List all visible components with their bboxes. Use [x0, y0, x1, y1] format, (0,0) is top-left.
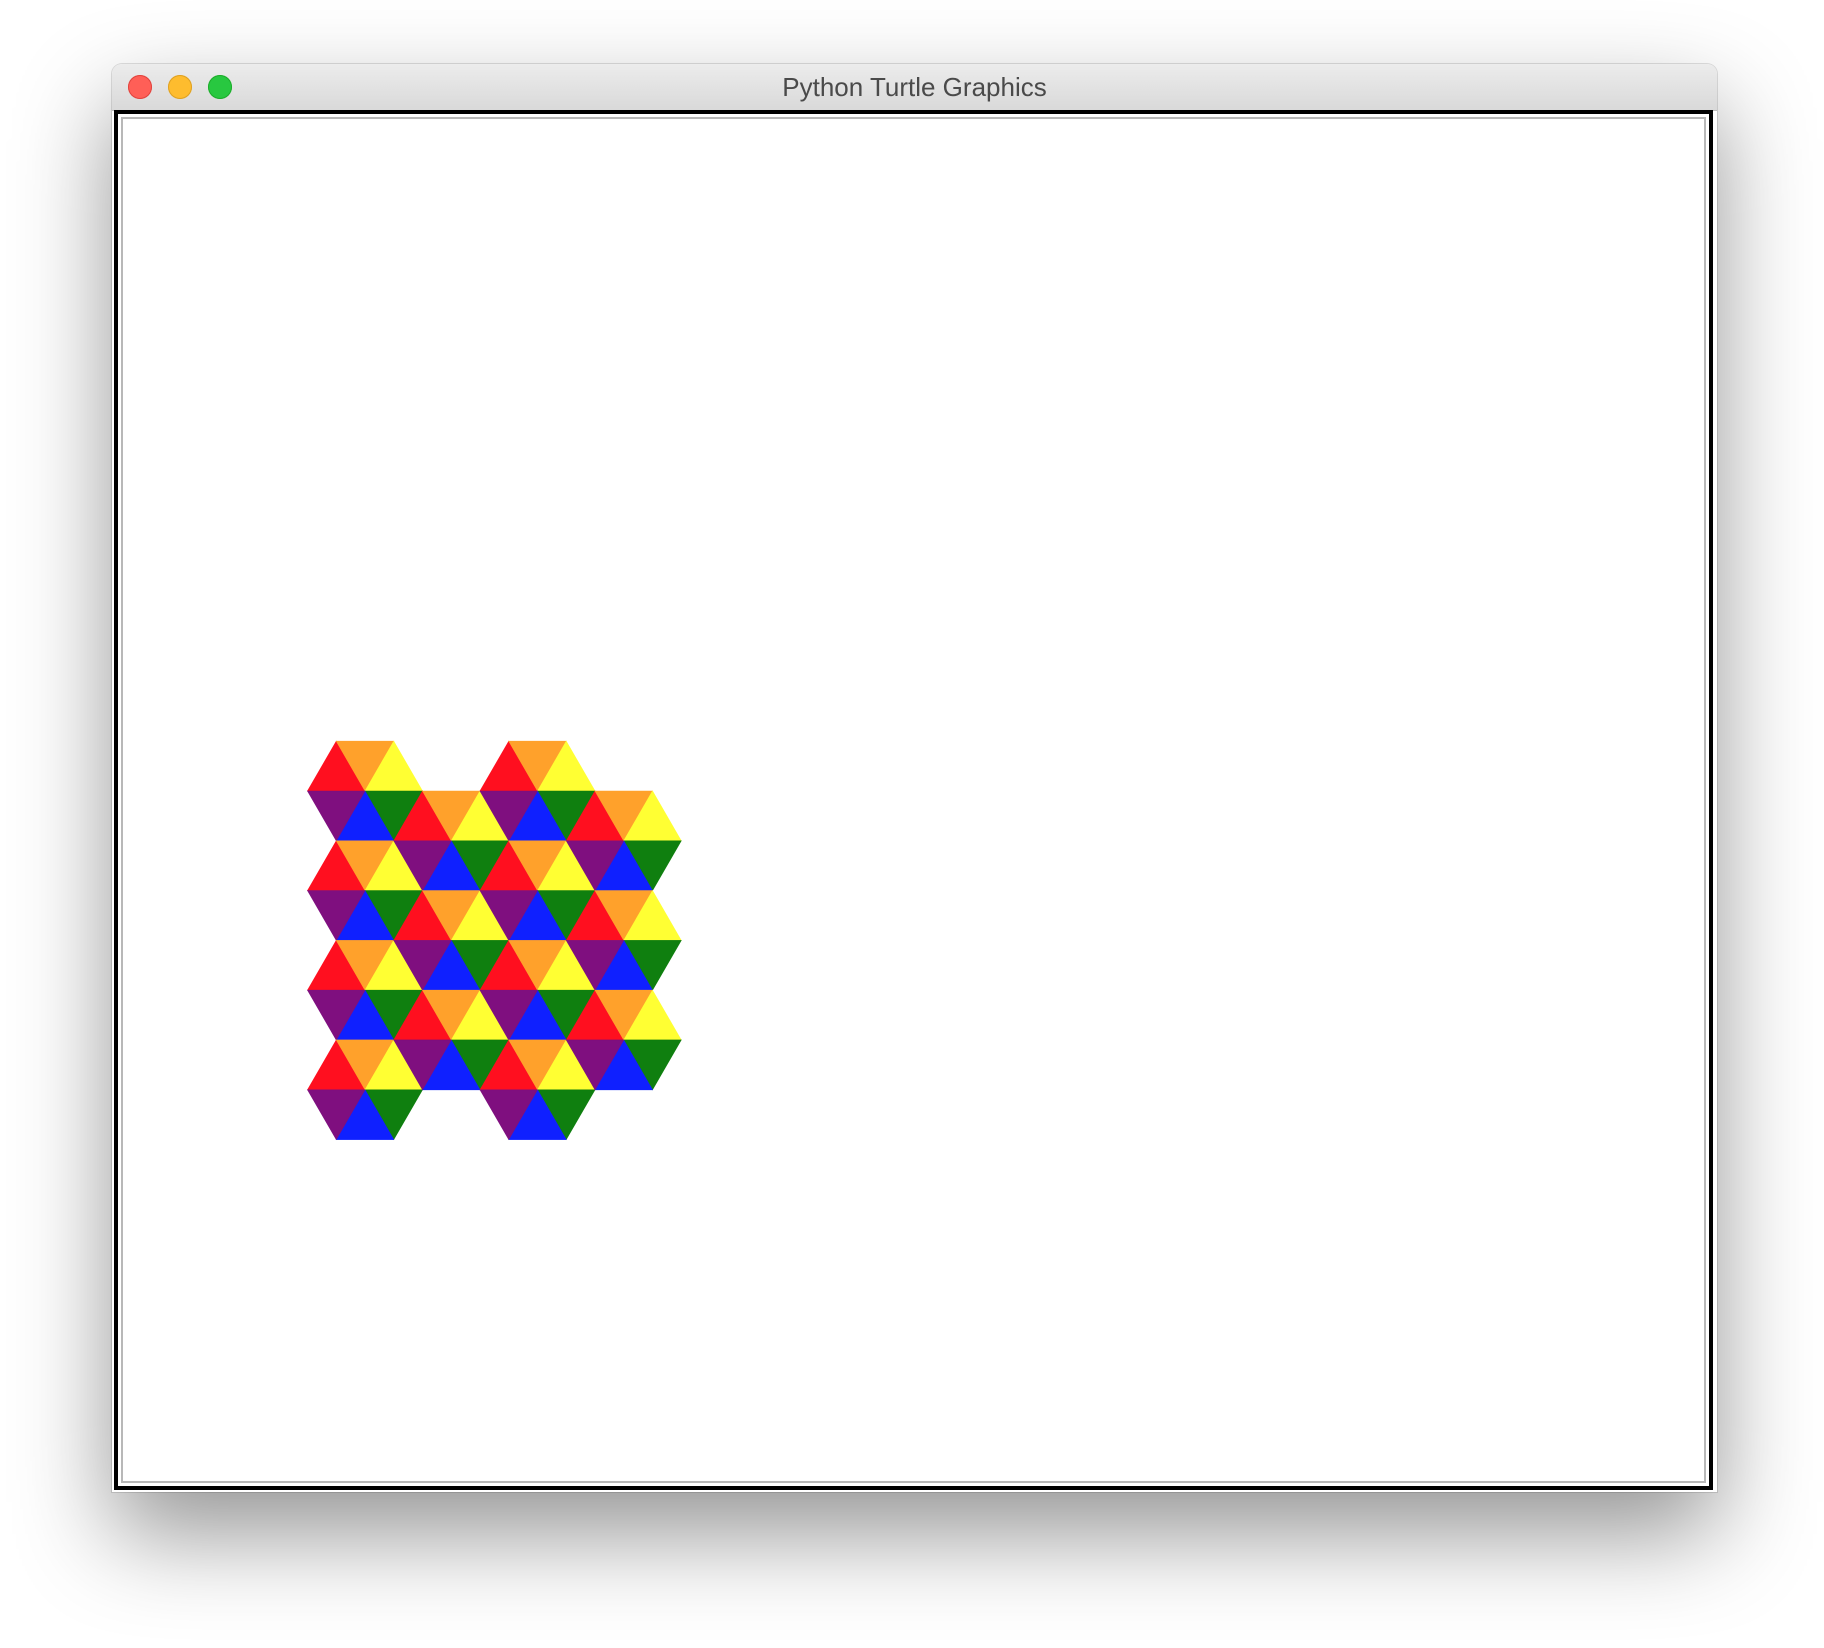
- turtle-canvas-area: [121, 117, 1706, 1483]
- turtle-drawing: [306, 740, 682, 1141]
- turtle-window: Python Turtle Graphics: [112, 64, 1717, 1492]
- turtle-canvas-frame: [114, 110, 1713, 1490]
- title-bar[interactable]: Python Turtle Graphics: [112, 64, 1717, 111]
- window-title: Python Turtle Graphics: [782, 72, 1047, 102]
